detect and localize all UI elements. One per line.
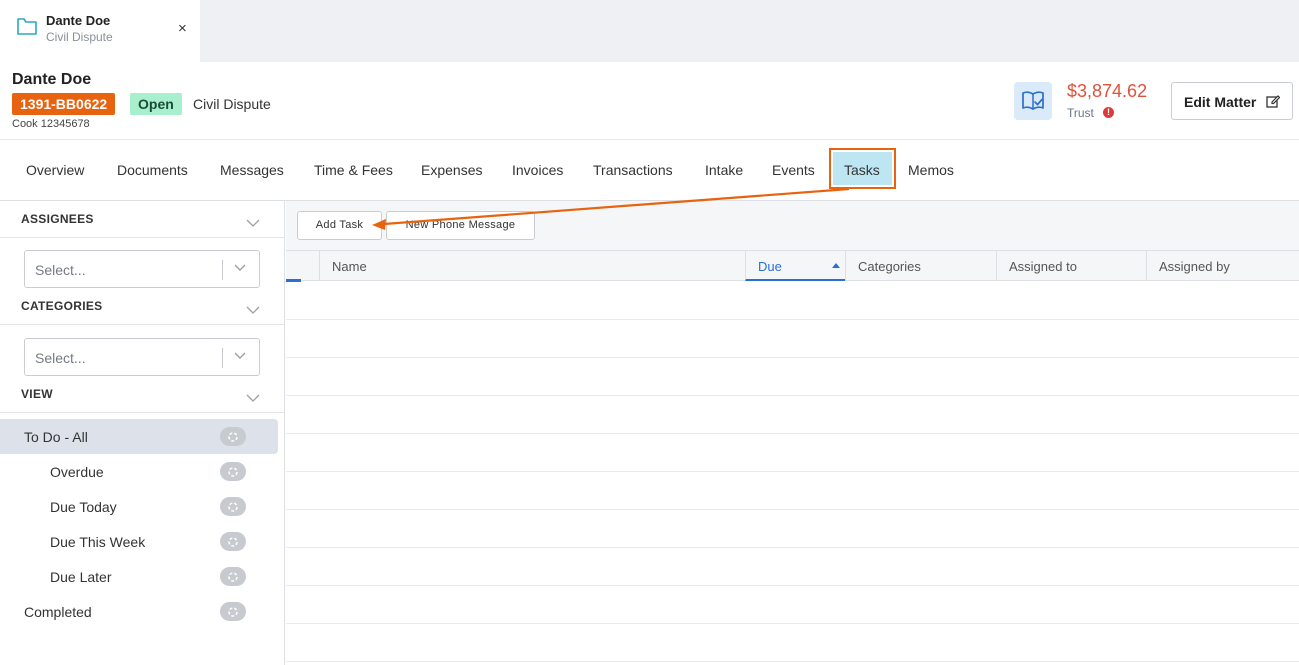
count-badge	[220, 497, 246, 516]
tab-overview[interactable]: Overview	[26, 162, 84, 178]
tab-transactions[interactable]: Transactions	[593, 162, 673, 178]
filter-sidebar: ASSIGNEES Select... CATEGORIES Select...…	[0, 201, 285, 665]
view-item-label: Due Today	[50, 499, 117, 515]
alert-icon: !	[1103, 107, 1114, 118]
table-row-divider	[286, 547, 1299, 548]
loading-spinner-icon	[228, 432, 238, 442]
tab-invoices[interactable]: Invoices	[512, 162, 563, 178]
chevron-down-icon	[234, 352, 246, 359]
view-item-label: Due Later	[50, 569, 112, 585]
view-item-to-do-all[interactable]: To Do - All	[0, 419, 278, 454]
column-header-due[interactable]: Due	[745, 251, 846, 281]
table-row-divider	[286, 509, 1299, 510]
column-label: Name	[332, 259, 367, 274]
table-row-divider	[286, 433, 1299, 434]
column-label: Categories	[858, 259, 921, 274]
status-badge: Open	[130, 93, 182, 115]
trust-button[interactable]	[1014, 82, 1052, 120]
close-icon[interactable]: ×	[178, 20, 187, 37]
trust-label: Trust	[1067, 106, 1094, 120]
edit-matter-label: Edit Matter	[1184, 94, 1257, 110]
select-column-indicator	[286, 279, 301, 282]
divider	[0, 237, 284, 238]
new-phone-message-button[interactable]: New Phone Message	[386, 211, 535, 240]
view-item-completed[interactable]: Completed	[0, 594, 278, 629]
matter-type: Civil Dispute	[193, 96, 271, 112]
table-row-divider	[286, 623, 1299, 624]
divider	[0, 139, 1299, 140]
matter-sub-line: Cook 12345678	[12, 118, 90, 130]
categories-select[interactable]: Select...	[24, 338, 260, 376]
loading-spinner-icon	[228, 467, 238, 477]
divider	[0, 324, 284, 325]
count-badge	[220, 567, 246, 586]
categories-placeholder: Select...	[35, 350, 86, 366]
assignees-select[interactable]: Select...	[24, 250, 260, 288]
chevron-down-icon	[234, 264, 246, 271]
table-row-divider	[286, 395, 1299, 396]
edit-icon	[1266, 94, 1281, 111]
matter-tab-title: Dante Doe	[46, 13, 111, 28]
trust-amount: $3,874.62	[1067, 81, 1148, 101]
view-item-label: Overdue	[50, 464, 104, 480]
column-header-assigned-to[interactable]: Assigned to	[996, 251, 1147, 281]
add-task-button[interactable]: Add Task	[297, 211, 382, 240]
column-label: Assigned by	[1159, 259, 1230, 274]
folder-icon	[16, 16, 38, 41]
matter-tab[interactable]: Dante Doe Civil Dispute ×	[0, 0, 200, 62]
count-badge	[220, 462, 246, 481]
view-item-due-today[interactable]: Due Today	[0, 489, 278, 524]
loading-spinner-icon	[228, 572, 238, 582]
column-header-name[interactable]: Name	[319, 251, 746, 281]
matter-number-badge: 1391-BB0622	[12, 93, 116, 115]
loading-spinner-icon	[228, 607, 238, 617]
sort-ascending-icon	[832, 263, 840, 268]
table-row-divider	[286, 661, 1299, 662]
column-header-categories[interactable]: Categories	[845, 251, 997, 281]
table-row-divider	[286, 319, 1299, 320]
tab-messages[interactable]: Messages	[220, 162, 284, 178]
edit-matter-button[interactable]: Edit Matter	[1171, 82, 1293, 120]
tab-tasks[interactable]: Tasks	[844, 162, 880, 178]
count-badge	[220, 532, 246, 551]
view-item-due-this-week[interactable]: Due This Week	[0, 524, 278, 559]
tab-events[interactable]: Events	[772, 162, 815, 178]
count-badge	[220, 602, 246, 621]
tab-memos[interactable]: Memos	[908, 162, 954, 178]
column-header-assigned-by[interactable]: Assigned by	[1146, 251, 1299, 281]
tasks-table-header: Name Due Categories Assigned to Assigned…	[286, 250, 1299, 281]
view-item-overdue[interactable]: Overdue	[0, 454, 278, 489]
tab-intake[interactable]: Intake	[705, 162, 743, 178]
chevron-down-icon[interactable]	[246, 389, 260, 407]
view-item-label: Due This Week	[50, 534, 146, 550]
app-root: Dante Doe Civil Dispute × Dante Doe 1391…	[0, 0, 1299, 665]
categories-title: CATEGORIES	[21, 299, 103, 313]
new-phone-message-label: New Phone Message	[405, 219, 516, 231]
tab-documents[interactable]: Documents	[117, 162, 188, 178]
assignees-placeholder: Select...	[35, 262, 86, 278]
chevron-down-icon[interactable]	[246, 301, 260, 319]
matter-tab-subtitle: Civil Dispute	[46, 30, 113, 44]
divider	[0, 412, 284, 413]
table-row-divider	[286, 585, 1299, 586]
book-check-icon	[1022, 91, 1044, 110]
tab-expenses[interactable]: Expenses	[421, 162, 482, 178]
table-row-divider	[286, 357, 1299, 358]
loading-spinner-icon	[228, 502, 238, 512]
column-label: Assigned to	[1009, 259, 1077, 274]
client-name: Dante Doe	[12, 71, 92, 88]
table-row-divider	[286, 471, 1299, 472]
view-item-due-later[interactable]: Due Later	[0, 559, 278, 594]
view-item-label: Completed	[24, 604, 92, 620]
view-title: VIEW	[21, 387, 53, 401]
chevron-down-icon[interactable]	[246, 214, 260, 232]
column-label: Due	[758, 259, 782, 274]
count-badge	[220, 427, 246, 446]
view-item-label: To Do - All	[24, 429, 88, 445]
tab-time-fees[interactable]: Time & Fees	[314, 162, 393, 178]
add-task-label: Add Task	[315, 219, 364, 231]
loading-spinner-icon	[228, 537, 238, 547]
assignees-title: ASSIGNEES	[21, 212, 94, 226]
